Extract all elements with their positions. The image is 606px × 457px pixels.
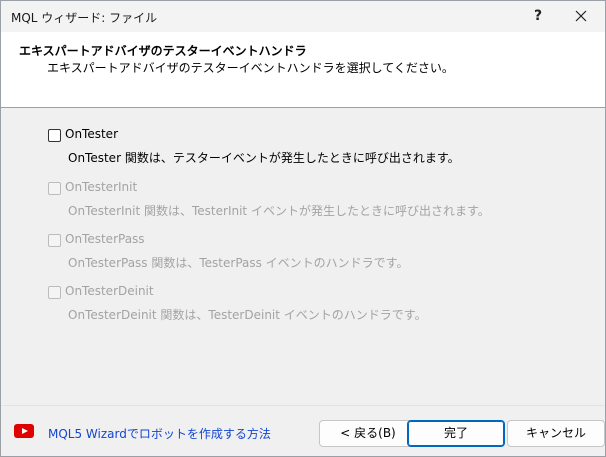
ontesterdeinit-description: OnTesterDeinit 関数は、TesterDeinit イベントのハンド… [68,308,427,322]
wizard-window: MQL ウィザード: ファイル ? エキスパートアドバイザのテスターイベントハン… [0,0,606,457]
title-bar: MQL ウィザード: ファイル ? [1,1,605,32]
ontesterdeinit-checkbox[interactable] [48,286,61,299]
back-button[interactable]: < 戻る(B) [319,420,417,447]
youtube-icon[interactable] [14,424,34,438]
ontesterpass-description: OnTesterPass 関数は、TesterPass イベントのハンドラです。 [68,256,409,270]
ontesterpass-label[interactable]: OnTesterPass [65,232,145,246]
ontester-checkbox[interactable] [48,129,61,142]
finish-button[interactable]: 完了 [407,420,505,447]
help-button[interactable]: ? [528,6,548,26]
cancel-button[interactable]: キャンセル [507,420,605,447]
ontester-description: OnTester 関数は、テスターイベントが発生したときに呼び出されます。 [68,151,460,165]
ontester-label[interactable]: OnTester [65,127,118,141]
ontesterpass-checkbox[interactable] [48,234,61,247]
footer-divider [1,405,605,406]
ontesterinit-description: OnTesterInit 関数は、TesterInit イベントが発生したときに… [68,204,490,218]
wizard-header: エキスパートアドバイザのテスターイベントハンドラ エキスパートアドバイザのテスタ… [1,32,605,108]
close-button[interactable] [569,5,593,27]
wizard-video-link[interactable]: MQL5 Wizardでロボットを作成する方法 [48,425,271,442]
ontesterdeinit-label[interactable]: OnTesterDeinit [65,284,154,298]
ontesterinit-label[interactable]: OnTesterInit [65,180,137,194]
window-title: MQL ウィザード: ファイル [11,11,158,25]
header-subtitle: エキスパートアドバイザのテスターイベントハンドラを選択してください。 [47,61,454,75]
close-icon [575,10,587,22]
header-title: エキスパートアドバイザのテスターイベントハンドラ [19,44,307,58]
ontesterinit-checkbox[interactable] [48,182,61,195]
